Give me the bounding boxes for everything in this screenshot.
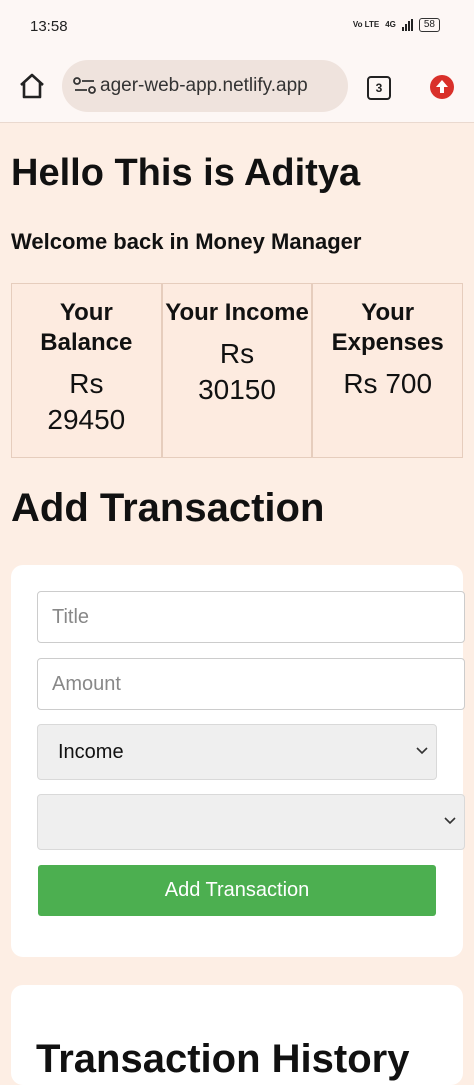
transaction-form: Title Amount Income Add Transaction xyxy=(11,565,465,957)
page-title: Hello This is Aditya xyxy=(11,152,361,194)
type-select[interactable]: Income xyxy=(37,724,437,780)
category-select[interactable] xyxy=(37,794,465,850)
site-settings-icon[interactable] xyxy=(72,76,98,96)
transaction-history-card: Transaction History xyxy=(11,985,463,1085)
title-input[interactable]: Title xyxy=(37,591,465,643)
balance-card: Your Balance Rs 29450 xyxy=(11,283,162,458)
network-type: 4G xyxy=(385,20,396,29)
home-button[interactable] xyxy=(16,70,48,102)
home-icon xyxy=(20,73,44,99)
tab-switcher-button[interactable]: 3 xyxy=(367,76,391,100)
income-card: Your Income Rs 30150 xyxy=(161,283,313,458)
expenses-label: Your Expenses xyxy=(331,299,444,356)
url-text: ager-web-app.netlify.app xyxy=(100,75,308,96)
update-button[interactable] xyxy=(430,75,454,99)
balance-label: Your Balance xyxy=(40,299,133,356)
chevron-down-icon xyxy=(444,817,456,825)
income-value: Rs 30150 xyxy=(198,338,276,405)
type-select-value: Income xyxy=(58,741,124,763)
signal-icon xyxy=(401,19,413,31)
income-label: Your Income xyxy=(165,299,309,326)
address-bar[interactable]: ager-web-app.netlify.app xyxy=(62,60,348,112)
browser-toolbar: ager-web-app.netlify.app 3 xyxy=(0,52,474,123)
arrow-up-icon xyxy=(436,80,448,93)
status-time: 13:58 xyxy=(30,18,68,35)
volte-indicator: Vo LTE xyxy=(352,20,380,29)
summary-cards: Your Balance Rs 29450 Your Income Rs 301… xyxy=(11,283,464,458)
expenses-card: Your Expenses Rs 700 xyxy=(312,283,464,458)
status-bar: 13:58 Vo LTE 4G 58 xyxy=(0,0,474,52)
transaction-history-heading: Transaction History xyxy=(36,1037,410,1081)
add-transaction-heading: Add Transaction xyxy=(11,486,325,530)
amount-input[interactable]: Amount xyxy=(37,658,465,710)
add-transaction-button[interactable]: Add Transaction xyxy=(38,865,436,916)
chevron-down-icon xyxy=(416,747,428,755)
expenses-value: Rs 700 xyxy=(343,368,433,399)
welcome-text: Welcome back in Money Manager xyxy=(11,229,362,254)
balance-value: Rs 29450 xyxy=(47,368,126,435)
battery-icon: 58 xyxy=(418,18,440,32)
status-icons: Vo LTE 4G 58 xyxy=(353,18,440,32)
